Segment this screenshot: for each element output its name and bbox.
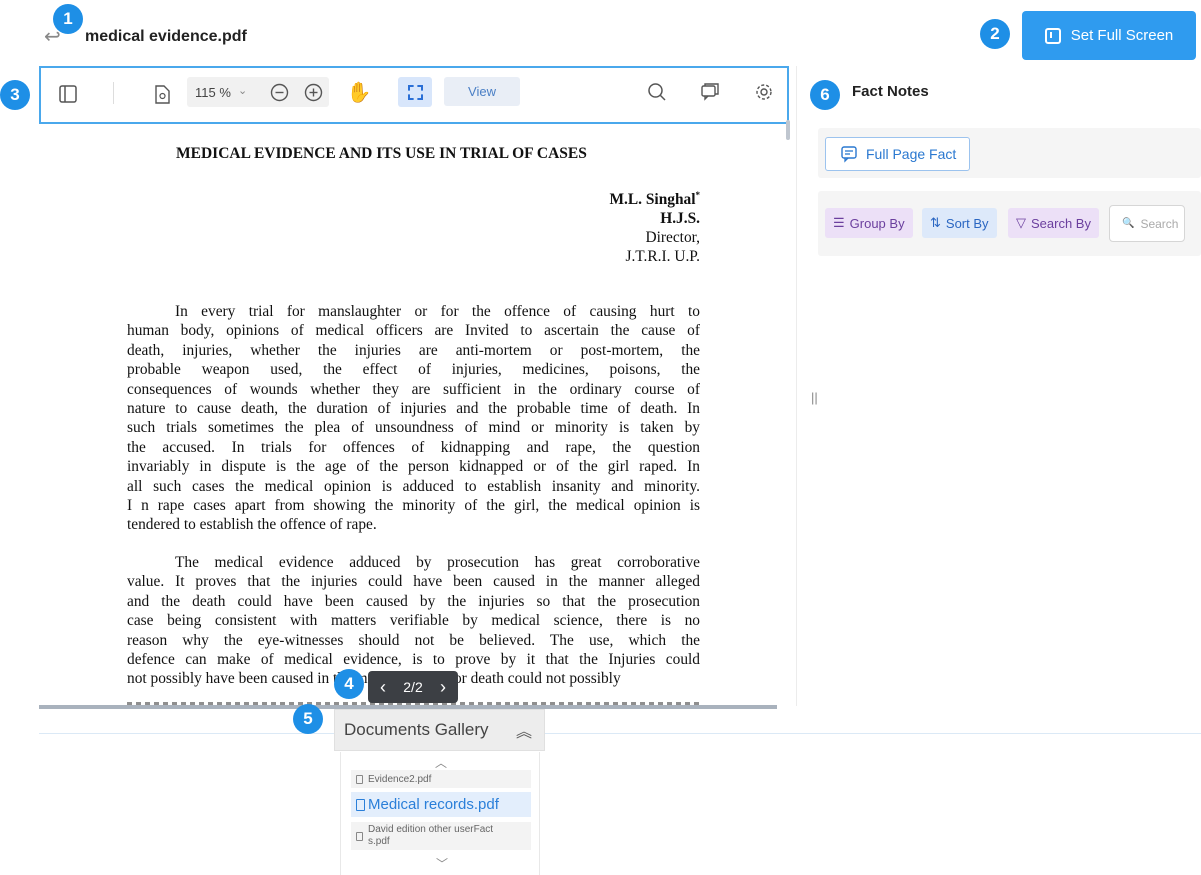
paragraph-line: I n rape cases apart from showing the mi… <box>127 497 700 515</box>
file-title: medical evidence.pdf <box>85 28 247 45</box>
paragraph-line: value. It proves that the injuries could… <box>127 573 700 591</box>
next-page-button[interactable]: › <box>440 677 446 698</box>
collapse-up-icon[interactable]: ︽ <box>516 718 532 742</box>
document-scrollbar[interactable] <box>786 120 790 140</box>
comment-icon[interactable] <box>698 80 722 104</box>
sort-by-button[interactable]: ⇅ Sort By <box>922 208 997 238</box>
pdf-toolbar: 115 % ⌄ ✋ View <box>39 66 789 124</box>
paragraph-line: such trials sometimes the plea of unsoun… <box>127 419 700 437</box>
paragraph-line: probable weapon used, the effect of inju… <box>127 361 700 379</box>
author-role: Director, <box>645 229 700 247</box>
fact-notes-title: Fact Notes <box>852 83 929 100</box>
search-icon: 🔍 <box>1122 218 1135 229</box>
sidebar-toggle-icon[interactable] <box>56 82 80 106</box>
paragraph-line: consequences of wounds whether they are … <box>127 380 700 398</box>
area-select-icon[interactable] <box>398 77 432 107</box>
prev-page-button[interactable]: ‹ <box>380 677 386 698</box>
zoom-in-icon[interactable] <box>302 81 324 103</box>
fact-search-input[interactable]: 🔍 Search <box>1109 205 1185 242</box>
paragraph-line: all such cases the medical opinion is ad… <box>127 477 700 495</box>
gallery-item-label: Evidence2.pdf <box>368 773 432 785</box>
zoom-out-icon[interactable] <box>268 81 290 103</box>
page-navigator: ‹ 2/2 › <box>368 671 458 703</box>
filter-icon: ▽ <box>1016 215 1026 230</box>
annotation-badge-3: 3 <box>0 80 30 110</box>
paragraph-line: tendered to establish the offence of rap… <box>127 516 377 534</box>
search-icon[interactable] <box>645 80 669 104</box>
annotation-badge-1: 1 <box>53 4 83 34</box>
page-indicator: 2/2 <box>403 679 423 695</box>
zoom-level: 115 % <box>195 85 231 100</box>
full-page-fact-label: Full Page Fact <box>866 146 957 162</box>
annotation-badge-5: 5 <box>293 704 323 734</box>
gallery-item[interactable]: Evidence2.pdf <box>351 770 531 788</box>
paragraph-line: reason why the eye-witnesses should not … <box>127 631 700 649</box>
gallery-item-label: David edition other userFacts.pdf <box>368 824 494 847</box>
panel-divider <box>796 66 797 706</box>
paragraph-line: case being consistent with matters verif… <box>127 612 700 630</box>
view-button[interactable]: View <box>444 77 520 106</box>
set-full-screen-button[interactable]: Set Full Screen <box>1022 11 1196 60</box>
paragraph-line: the accused. In trials for offences of k… <box>127 438 700 456</box>
document-heading: MEDICAL EVIDENCE AND ITS USE IN TRIAL OF… <box>176 145 587 162</box>
scroll-up-icon[interactable]: ︿ <box>435 754 447 771</box>
gallery-item[interactable]: David edition other userFacts.pdf <box>351 822 531 850</box>
page-icon[interactable] <box>151 82 173 106</box>
note-add-icon <box>841 146 857 163</box>
file-icon <box>356 831 363 841</box>
sliders-icon: ☰ <box>833 215 845 230</box>
paragraph-line: In every trial for manslaughter or for t… <box>175 303 700 320</box>
author-title: H.J.S. <box>660 210 700 228</box>
settings-icon[interactable] <box>752 80 776 104</box>
sort-icon: ⇅ <box>930 215 941 230</box>
group-by-label: Group By <box>849 215 905 231</box>
panel-resize-handle[interactable]: || <box>811 390 818 405</box>
annotation-badge-4: 4 <box>334 669 364 699</box>
documents-gallery-list: ︿ Evidence2.pdf Medical records.pdf Davi… <box>340 752 540 875</box>
full-page-fact-button[interactable]: Full Page Fact <box>825 137 970 171</box>
toolbar-divider <box>113 82 114 104</box>
author-name: M.L. Singhal <box>609 191 696 209</box>
paragraph-line: death, injuries, whether the injuries ar… <box>127 341 700 359</box>
bottom-divider <box>39 733 1201 734</box>
hand-icon[interactable]: ✋ <box>347 80 372 104</box>
author-org: J.T.R.I. U.P. <box>625 248 700 266</box>
fact-search-placeholder: Search <box>1140 216 1179 231</box>
fullscreen-icon <box>1044 27 1061 44</box>
group-by-button[interactable]: ☰ Group By <box>825 208 913 238</box>
search-by-label: Search By <box>1031 215 1091 231</box>
search-by-button[interactable]: ▽ Search By <box>1008 208 1099 238</box>
paragraph-line: The medical evidence adduced by prosecut… <box>175 554 700 571</box>
file-icon <box>356 774 363 784</box>
gallery-item-active[interactable]: Medical records.pdf <box>351 792 531 817</box>
paragraph-line: nature to cause death, the duration of i… <box>127 400 700 418</box>
paragraph-line: and the death could have been caused by … <box>127 592 700 610</box>
paragraph-line: invariably in dispute is the age of the … <box>127 458 700 476</box>
documents-gallery-header[interactable]: Documents Gallery ︽ <box>334 709 545 751</box>
document-author: M.L. Singhal* H.J.S. Director, J.T.R.I. … <box>500 186 700 266</box>
paragraph-line: human body, opinions of medical officers… <box>127 322 700 340</box>
gallery-item-label: Medical records.pdf <box>368 796 499 813</box>
annotation-badge-2: 2 <box>980 19 1010 49</box>
document-paragraph-1: In every trial for manslaughter or for t… <box>127 302 700 535</box>
scroll-down-icon[interactable]: ﹀ <box>436 855 448 872</box>
annotation-badge-6: 6 <box>810 80 840 110</box>
file-icon <box>356 798 365 811</box>
author-footnote-mark: * <box>695 190 701 200</box>
set-full-screen-label: Set Full Screen <box>1070 27 1174 44</box>
documents-gallery-title: Documents Gallery <box>344 720 489 739</box>
chevron-down-icon: ⌄ <box>238 85 248 97</box>
paragraph-line: defence can make of medical evidence, is… <box>127 651 700 669</box>
document-paragraph-2: The medical evidence adduced by prosecut… <box>127 553 700 689</box>
sort-by-label: Sort By <box>945 215 989 231</box>
